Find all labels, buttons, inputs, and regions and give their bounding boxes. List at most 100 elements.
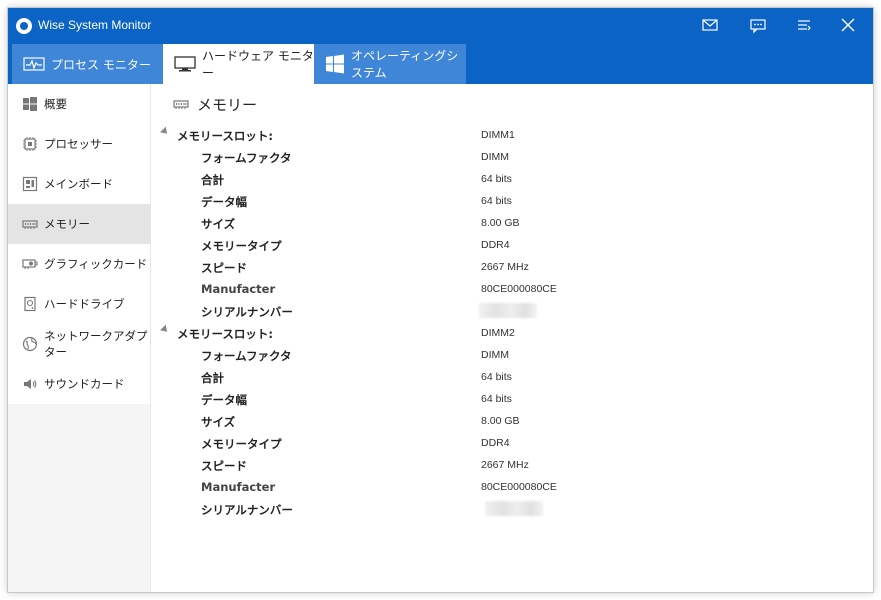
property-row: サイズ 8.00 GB (151, 212, 873, 234)
property-row: スピード 2667 MHz (151, 454, 873, 476)
sidebar-item-label: プロセッサー (44, 137, 113, 151)
property-label: Manufacter (201, 480, 276, 494)
tab-process-monitor[interactable]: プロセス モニター (12, 44, 163, 84)
property-value: 8.00 GB (481, 415, 520, 427)
sidebar-item-memory[interactable]: メモリー (8, 204, 150, 244)
menu-button[interactable] (793, 14, 815, 36)
mail-button[interactable] (699, 14, 721, 36)
property-value: DIMM2 (481, 327, 515, 339)
property-label: データ幅 (201, 195, 247, 209)
collapse-caret-icon[interactable] (160, 324, 170, 335)
property-label: 合計 (201, 371, 224, 385)
sidebar-item-label: ハードドライブ (44, 297, 125, 311)
app-window: Wise System Monitor プロセス モニター ハードウェア モニタ… (8, 8, 873, 592)
sidebar-item-label: メモリー (44, 217, 90, 231)
chat-icon (750, 19, 766, 34)
app-logo-icon (16, 18, 32, 34)
window-title: Wise System Monitor (38, 18, 152, 32)
section-title-text: メモリー (197, 96, 258, 114)
gpu-icon (22, 256, 38, 272)
redacted-value (479, 303, 537, 318)
close-icon (841, 18, 855, 32)
sidebar-item-graphics-card[interactable]: グラフィックカード (8, 244, 150, 284)
property-row: フォームファクタ DIMM (151, 146, 873, 168)
title-bar: Wise System Monitor (8, 8, 873, 44)
cpu-icon (22, 136, 38, 152)
property-label: サイズ (201, 217, 236, 231)
collapse-caret-icon[interactable] (160, 126, 170, 137)
tab-label: ハードウェア モニター (202, 49, 314, 80)
sidebar-item-processor[interactable]: プロセッサー (8, 124, 150, 164)
redacted-value (485, 501, 543, 516)
menu-icon (798, 20, 811, 31)
tree-group-row[interactable]: メモリースロット: DIMM2 (151, 322, 873, 344)
close-button[interactable] (837, 14, 859, 36)
property-row: 合計 64 bits (151, 168, 873, 190)
tab-hardware-monitor[interactable]: ハードウェア モニター (163, 44, 314, 84)
property-row: Manufacter 80CE000080CE (151, 476, 873, 498)
monitor-icon (174, 56, 196, 72)
property-label: メモリースロット: (177, 129, 274, 143)
sidebar-item-network-adapter[interactable]: ネットワークアダプター (8, 324, 150, 364)
sidebar-item-overview[interactable]: 概要 (8, 84, 150, 124)
property-label: シリアルナンバー (201, 503, 293, 517)
memory-property-tree: メモリースロット: DIMM1 フォームファクタ DIMM 合計 64 bits デ… (151, 124, 873, 520)
sidebar-item-label: グラフィックカード (44, 257, 148, 271)
windows-icon (325, 54, 345, 74)
motherboard-icon (22, 176, 38, 192)
property-value: DDR4 (481, 239, 510, 251)
property-row: スピード 2667 MHz (151, 256, 873, 278)
property-label: Manufacter (201, 282, 276, 296)
property-label: データ幅 (201, 393, 247, 407)
property-value: 2667 MHz (481, 459, 529, 471)
property-value: 64 bits (481, 371, 512, 383)
property-row: 合計 64 bits (151, 366, 873, 388)
main-panel: メモリー メモリースロット: DIMM1 フォームファクタ DIMM 合計 64 b… (151, 84, 873, 592)
property-label: メモリータイプ (201, 239, 282, 253)
property-row: メモリータイプ DDR4 (151, 432, 873, 454)
property-value: 64 bits (481, 173, 512, 185)
property-label: スピード (201, 261, 247, 275)
property-row: フォームファクタ DIMM (151, 344, 873, 366)
tab-operating-system[interactable]: オペレーティングシステム (314, 44, 466, 84)
sidebar-item-label: ネットワークアダプター (44, 329, 148, 359)
sidebar: 概要 プロセッサー メインボード メモリー グラフィックカード ハードドライブ … (8, 84, 151, 592)
property-value: DIMM (481, 151, 509, 163)
property-value: 80CE000080CE (481, 283, 557, 295)
sidebar-item-sound-card[interactable]: サウンドカード (8, 364, 150, 404)
property-row: シリアルナンバー (151, 498, 873, 520)
property-value: DIMM (481, 349, 509, 361)
property-label: 合計 (201, 173, 224, 187)
sidebar-item-mainboard[interactable]: メインボード (8, 164, 150, 204)
property-row: データ幅 64 bits (151, 190, 873, 212)
property-row: シリアルナンバー (151, 300, 873, 322)
property-label: メモリータイプ (201, 437, 282, 451)
property-label: メモリースロット: (177, 327, 274, 341)
property-value: 8.00 GB (481, 217, 520, 229)
property-label: サイズ (201, 415, 236, 429)
tab-bar: プロセス モニター ハードウェア モニター オペレーティングシステム (8, 44, 873, 84)
windows-icon (22, 96, 38, 112)
property-row: Manufacter 80CE000080CE (151, 278, 873, 300)
property-value: 2667 MHz (481, 261, 529, 273)
sidebar-item-label: サウンドカード (44, 377, 125, 391)
property-value: 64 bits (481, 195, 512, 207)
property-row: データ幅 64 bits (151, 388, 873, 410)
sidebar-item-hard-drive[interactable]: ハードドライブ (8, 284, 150, 324)
property-row: サイズ 8.00 GB (151, 410, 873, 432)
property-row: メモリータイプ DDR4 (151, 234, 873, 256)
sidebar-item-label: メインボード (44, 177, 113, 191)
property-value: DDR4 (481, 437, 510, 449)
tree-group-row[interactable]: メモリースロット: DIMM1 (151, 124, 873, 146)
property-label: シリアルナンバー (201, 305, 293, 319)
harddrive-icon (22, 296, 38, 312)
feedback-button[interactable] (747, 14, 769, 36)
property-label: スピード (201, 459, 247, 473)
tab-label: プロセス モニター (51, 57, 151, 72)
globe-icon (22, 336, 38, 352)
property-label: フォームファクタ (201, 349, 292, 363)
property-value: 64 bits (481, 393, 512, 405)
activity-icon (23, 56, 45, 72)
property-value: 80CE000080CE (481, 481, 557, 493)
page-title: メモリー (173, 94, 257, 115)
